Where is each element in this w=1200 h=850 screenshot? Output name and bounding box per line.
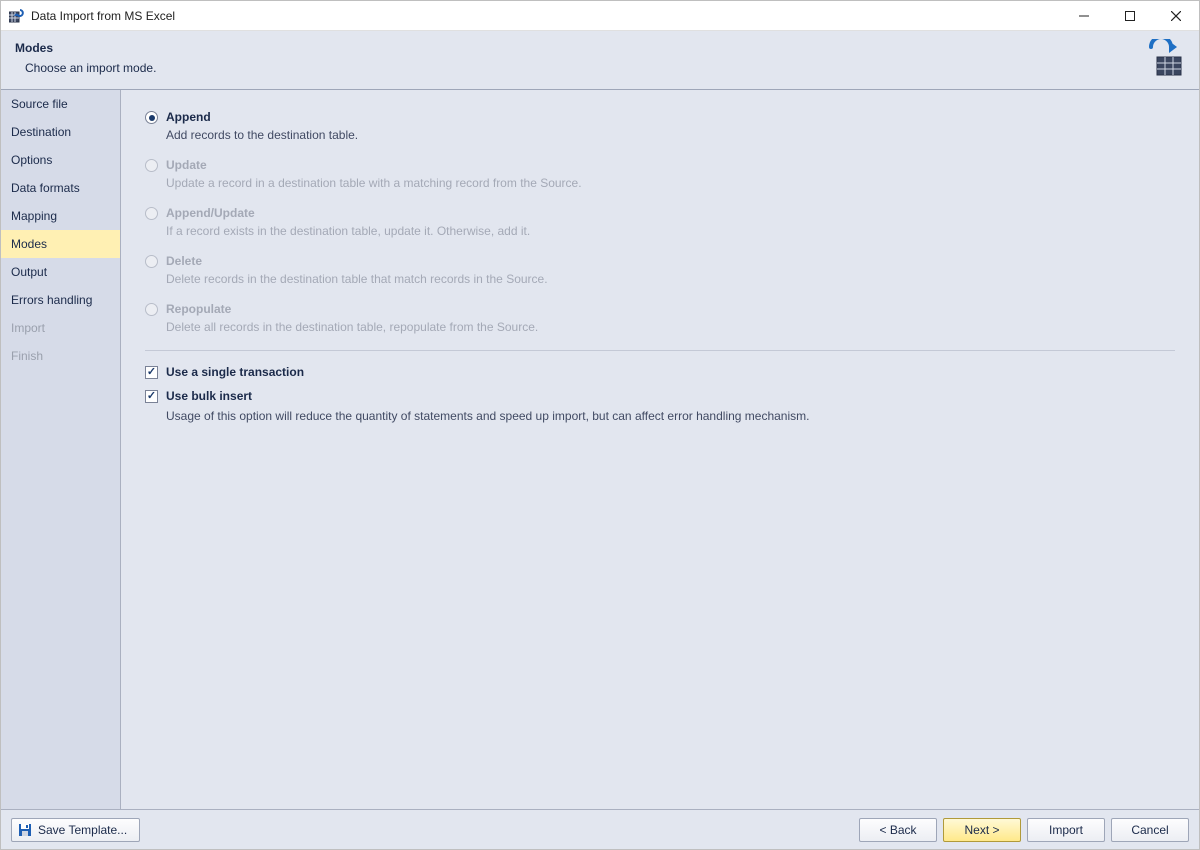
mode-label: Delete: [166, 254, 202, 268]
sidebar-item-errors-handling[interactable]: Errors handling: [1, 286, 120, 314]
import-button[interactable]: Import: [1027, 818, 1105, 842]
mode-option-append[interactable]: Append Add records to the destination ta…: [145, 110, 1175, 142]
mode-desc: Delete all records in the destination ta…: [166, 320, 1175, 334]
sidebar-item-mapping[interactable]: Mapping: [1, 202, 120, 230]
mode-option-delete: Delete Delete records in the destination…: [145, 254, 1175, 286]
wizard-footer: Save Template... < Back Next > Import Ca…: [1, 809, 1199, 849]
mode-option-repopulate: Repopulate Delete all records in the des…: [145, 302, 1175, 334]
wizard-steps-sidebar: Source file Destination Options Data for…: [1, 90, 121, 809]
sidebar-item-data-formats[interactable]: Data formats: [1, 174, 120, 202]
checkbox-single-transaction[interactable]: Use a single transaction: [145, 365, 1175, 379]
radio-icon: [145, 255, 158, 268]
wizard-header: Modes Choose an import mode.: [1, 31, 1199, 90]
radio-icon: [145, 159, 158, 172]
separator: [145, 350, 1175, 351]
wizard-body: Source file Destination Options Data for…: [1, 90, 1199, 809]
import-label: Import: [1049, 823, 1083, 837]
cancel-label: Cancel: [1131, 823, 1168, 837]
mode-desc: If a record exists in the destination ta…: [166, 224, 1175, 238]
mode-label: Append/Update: [166, 206, 255, 220]
next-label: Next >: [964, 823, 999, 837]
checkbox-label: Use a single transaction: [166, 365, 304, 379]
mode-label: Append: [166, 110, 211, 124]
save-template-label: Save Template...: [38, 823, 127, 837]
save-template-button[interactable]: Save Template...: [11, 818, 140, 842]
mode-label: Update: [166, 158, 207, 172]
page-subtitle: Choose an import mode.: [25, 61, 1185, 75]
sidebar-item-output[interactable]: Output: [1, 258, 120, 286]
mode-option-update: Update Update a record in a destination …: [145, 158, 1175, 190]
back-label: < Back: [879, 823, 916, 837]
mode-desc: Update a record in a destination table w…: [166, 176, 1175, 190]
sidebar-item-import: Import: [1, 314, 120, 342]
save-icon: [18, 823, 32, 837]
checkbox-bulk-insert[interactable]: Use bulk insert: [145, 389, 1175, 403]
checkbox-icon: [145, 390, 158, 403]
radio-icon: [145, 303, 158, 316]
checkbox-label: Use bulk insert: [166, 389, 252, 403]
close-button[interactable]: [1153, 1, 1199, 30]
page-title: Modes: [15, 41, 1185, 55]
back-button[interactable]: < Back: [859, 818, 937, 842]
import-wizard-window: Data Import from MS Excel Modes Choose a…: [0, 0, 1200, 850]
cancel-button[interactable]: Cancel: [1111, 818, 1189, 842]
app-icon: [9, 8, 25, 24]
sidebar-item-source-file[interactable]: Source file: [1, 90, 120, 118]
content-pane: Append Add records to the destination ta…: [121, 90, 1199, 809]
sidebar-item-finish: Finish: [1, 342, 120, 370]
window-controls: [1061, 1, 1199, 30]
minimize-button[interactable]: [1061, 1, 1107, 30]
radio-icon: [145, 207, 158, 220]
mode-option-append-update: Append/Update If a record exists in the …: [145, 206, 1175, 238]
radio-icon: [145, 111, 158, 124]
sidebar-item-options[interactable]: Options: [1, 146, 120, 174]
maximize-button[interactable]: [1107, 1, 1153, 30]
import-header-icon: [1145, 39, 1185, 79]
sidebar-item-modes[interactable]: Modes: [1, 230, 120, 258]
titlebar: Data Import from MS Excel: [1, 1, 1199, 31]
sidebar-item-destination[interactable]: Destination: [1, 118, 120, 146]
mode-desc: Delete records in the destination table …: [166, 272, 1175, 286]
window-title: Data Import from MS Excel: [31, 9, 175, 23]
bulk-insert-desc: Usage of this option will reduce the qua…: [166, 409, 1175, 423]
checkbox-icon: [145, 366, 158, 379]
mode-label: Repopulate: [166, 302, 231, 316]
mode-desc: Add records to the destination table.: [166, 128, 1175, 142]
next-button[interactable]: Next >: [943, 818, 1021, 842]
